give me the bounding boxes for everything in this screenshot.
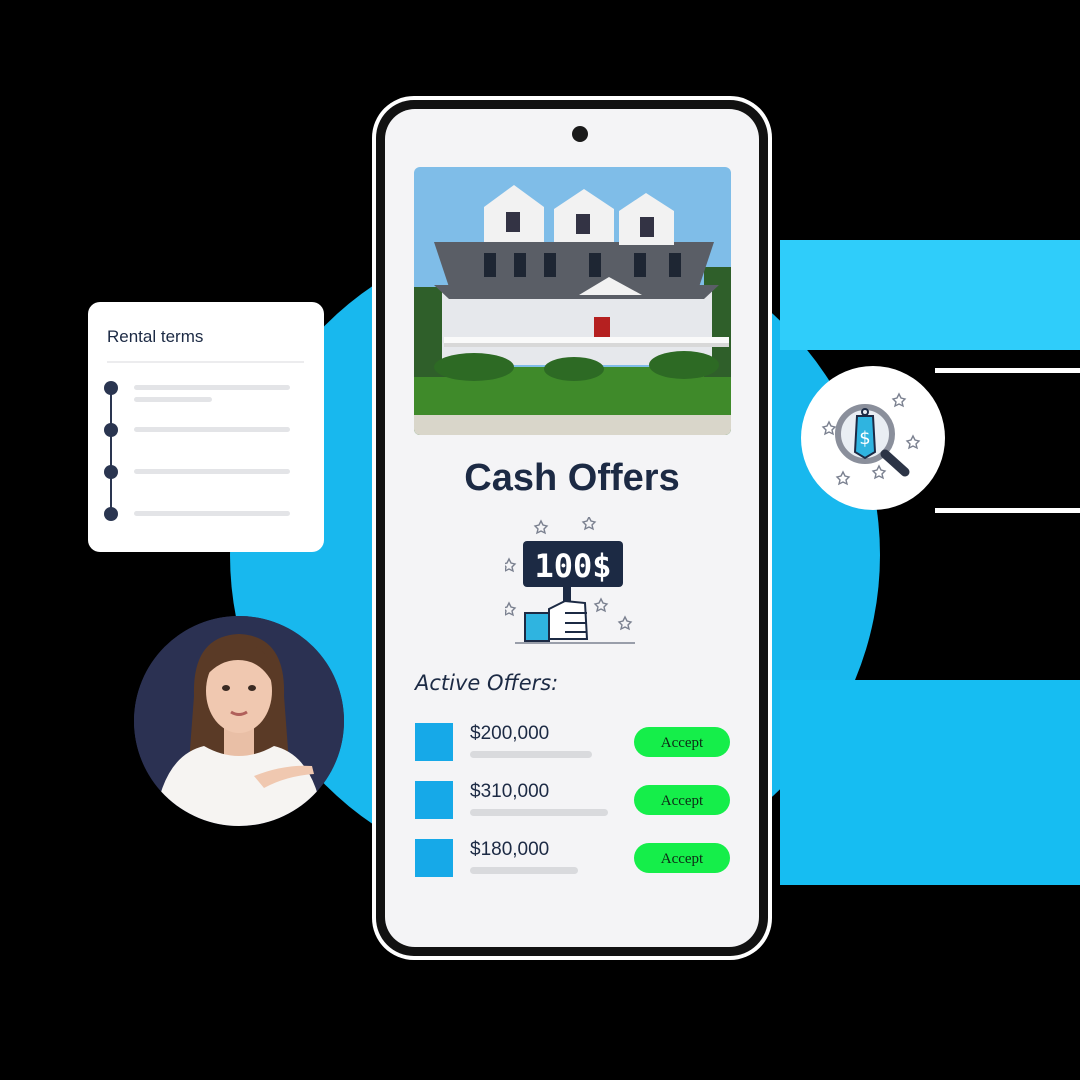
background-band-bottom	[780, 680, 1080, 885]
decor-line	[935, 368, 1080, 373]
rental-terms-card: Rental terms	[88, 302, 324, 552]
offer-placeholder-line	[470, 751, 592, 758]
placeholder-line	[134, 511, 290, 516]
magnifier-price-tag-icon: $	[821, 392, 921, 486]
woman-portrait	[134, 616, 344, 826]
offer-placeholder-line	[470, 809, 608, 816]
offer-placeholder-line	[470, 867, 578, 874]
thumbs-up-sign-illustration: 100$	[505, 517, 635, 644]
offer-row: $180,000 Accept	[415, 839, 735, 879]
sign-price-text: 100$	[534, 547, 611, 585]
price-search-badge: $	[801, 366, 945, 510]
offer-amount: $310,000	[470, 781, 550, 802]
tag-dollar-sign: $	[859, 428, 870, 449]
house-photo	[414, 167, 731, 435]
card-divider	[107, 361, 304, 363]
placeholder-line	[134, 397, 212, 402]
active-offers-label: Active Offers:	[415, 671, 559, 695]
accept-button[interactable]: Accept	[634, 785, 730, 815]
phone-screen: Cash Offers 100$ Active Offers: $200,000…	[385, 109, 759, 947]
offer-row: $310,000 Accept	[415, 781, 735, 821]
timeline-dot	[104, 507, 118, 521]
camera-hole	[572, 126, 588, 142]
offer-thumbnail	[415, 723, 453, 761]
timeline-dot	[104, 423, 118, 437]
offer-amount: $180,000	[470, 839, 550, 860]
page-title: Cash Offers	[464, 457, 680, 499]
offer-row: $200,000 Accept	[415, 723, 735, 763]
timeline-dot	[104, 381, 118, 395]
accept-button[interactable]: Accept	[634, 727, 730, 757]
accept-button[interactable]: Accept	[634, 843, 730, 873]
timeline-dot	[104, 465, 118, 479]
user-avatar	[134, 616, 344, 826]
placeholder-line	[134, 469, 290, 474]
background-band-top	[780, 240, 1080, 350]
offer-thumbnail	[415, 839, 453, 877]
placeholder-line	[134, 427, 290, 432]
rental-terms-title: Rental terms	[107, 327, 204, 346]
timeline-line	[110, 388, 112, 516]
placeholder-line	[134, 385, 290, 390]
offer-thumbnail	[415, 781, 453, 819]
phone-frame: Cash Offers 100$ Active Offers: $200,000…	[376, 100, 768, 956]
offer-amount: $200,000	[470, 723, 550, 744]
decor-line	[935, 508, 1080, 513]
